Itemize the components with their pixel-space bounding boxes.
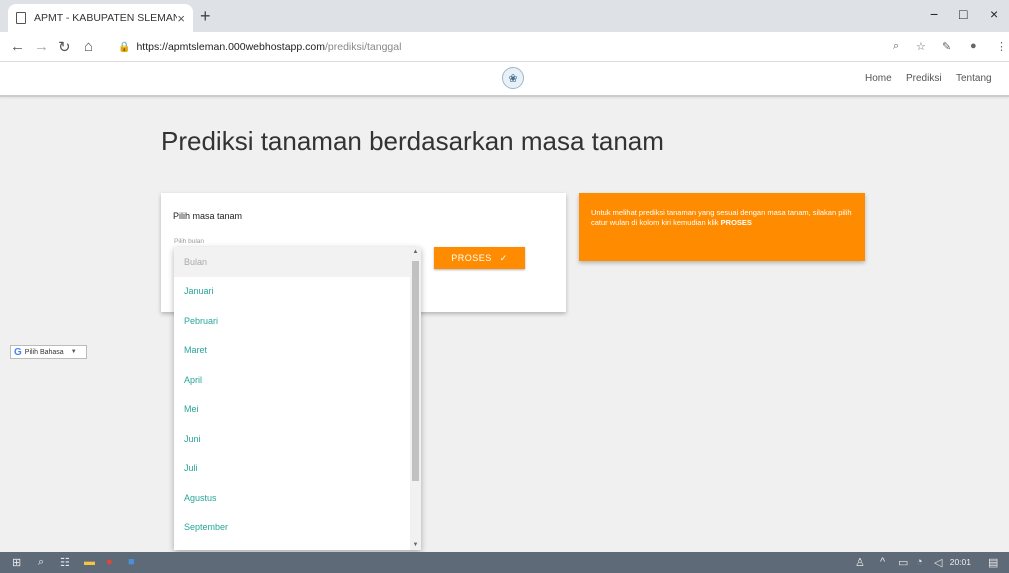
battery-icon[interactable]: ▭ [898,556,908,569]
notification-icon[interactable]: ▤ [988,556,998,569]
browser-tab-bar: APMT - KABUPATEN SLEMAN × + − □ × [0,0,1009,32]
language-label: Pilih Bahasa [24,348,64,356]
chrome-icon[interactable]: ● [106,556,113,568]
lock-icon: 🔒 [118,41,131,53]
maximize-button[interactable]: □ [959,6,967,22]
nav-tentang[interactable]: Tentang [956,73,992,84]
close-window-button[interactable]: × [990,6,998,22]
tab-close-button[interactable]: × [177,11,185,26]
scroll-up-icon[interactable]: ▲ [410,249,421,255]
taskbar: ⊞ ⌕ ☷ ▬ ● ■ ♙ ^ ▭ ◔ ◁ 20:01 ▤ [0,552,1009,573]
minimize-button[interactable]: − [930,6,938,22]
home-icon[interactable]: ⌂ [84,38,93,55]
back-icon[interactable]: ← [10,38,25,55]
info-emphasis: PROSES [720,218,752,227]
proses-button[interactable]: PROSES ✓ [434,247,525,269]
month-dropdown[interactable]: Bulan Januari Pebruari Maret April Mei J… [174,247,421,550]
file-explorer-icon[interactable]: ▬ [84,556,95,568]
url-path: /prediksi/tanggal [324,41,402,53]
dropdown-option[interactable]: April [174,365,421,395]
search-icon[interactable]: ⌕ [38,556,44,569]
windows-start-icon[interactable]: ⊞ [12,556,21,569]
check-icon: ✓ [499,252,508,263]
site-navbar: ❀ Home Prediksi Tentang [0,62,1009,97]
extension-icon[interactable]: ✎ [942,40,951,53]
forward-icon[interactable]: → [34,38,49,55]
url-input[interactable]: 🔒 https://apmtsleman.000webhostapp.com/p… [112,36,882,58]
proses-button-label: PROSES [451,253,492,263]
page-icon [16,12,26,24]
google-icon: G [14,346,22,358]
menu-icon[interactable]: ⋮ [996,40,1007,53]
volume-icon[interactable]: ◁ [934,556,942,569]
new-tab-button[interactable]: + [200,6,211,27]
people-icon[interactable]: ♙ [855,556,865,569]
site-logo[interactable]: ❀ [502,67,524,89]
zoom-icon[interactable]: ⌕ [893,40,899,53]
reload-icon[interactable]: ↻ [58,38,71,56]
language-select[interactable]: G Pilih Bahasa ▼ [10,345,87,359]
dropdown-option[interactable]: September [174,513,421,543]
dropdown-option[interactable]: Pebruari [174,306,421,336]
nav-home[interactable]: Home [865,73,892,84]
page-title: Prediksi tanaman berdasarkan masa tanam [161,126,664,156]
scroll-down-icon[interactable]: ▼ [410,542,421,548]
nav-prediksi[interactable]: Prediksi [906,73,942,84]
scroll-thumb[interactable] [412,261,419,481]
network-icon[interactable]: ◔ [916,556,923,568]
dropdown-option[interactable]: Januari [174,277,421,307]
dropdown-option[interactable]: Juni [174,424,421,454]
dropdown-placeholder[interactable]: Bulan [174,247,421,277]
chevron-down-icon: ▼ [70,349,77,355]
tab-title: APMT - KABUPATEN SLEMAN [34,12,178,24]
dropdown-option[interactable]: Mei [174,395,421,425]
profile-icon[interactable]: ● [970,40,977,52]
info-box: Untuk melihat prediksi tanaman yang sesu… [579,193,865,261]
month-field-label: Pilih bulan [174,238,204,245]
address-bar-row: ← → ↻ ⌂ 🔒 https://apmtsleman.000webhosta… [0,32,1009,62]
browser-tab[interactable]: APMT - KABUPATEN SLEMAN × [8,4,193,32]
dropdown-option[interactable]: Maret [174,336,421,366]
url-host: https://apmtsleman.000webhostapp.com [136,41,325,53]
word-icon[interactable]: ■ [128,556,135,568]
clock[interactable]: 20:01 [950,557,971,567]
bookmark-star-icon[interactable]: ☆ [916,40,926,53]
card-label: Pilih masa tanam [173,211,243,221]
dropdown-option[interactable]: Juli [174,454,421,484]
dropdown-scrollbar[interactable]: ▲ ▼ [410,247,421,550]
dropdown-option[interactable]: Agustus [174,483,421,513]
task-view-icon[interactable]: ☷ [60,556,70,569]
tray-chevron-icon[interactable]: ^ [880,556,885,568]
